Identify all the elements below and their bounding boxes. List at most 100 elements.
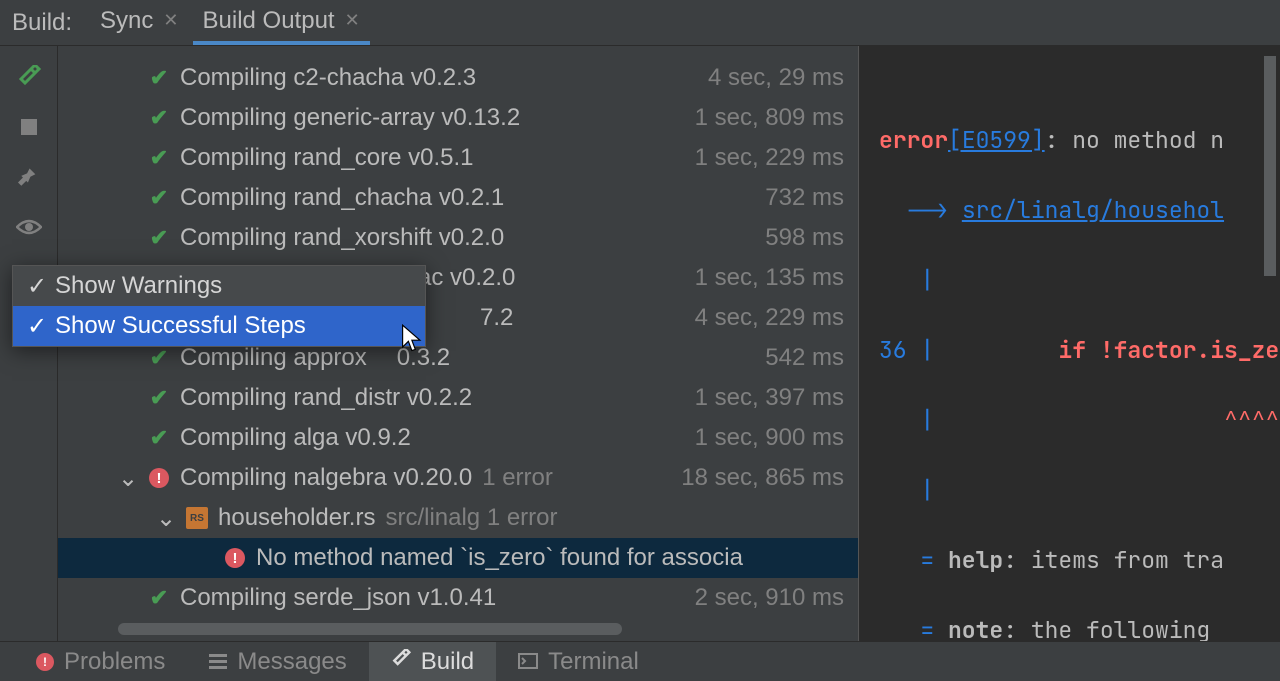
tab-problems[interactable]: ! Problems <box>14 642 187 681</box>
pin-icon[interactable] <box>16 164 42 190</box>
check-icon: ✓ <box>27 312 47 341</box>
build-step[interactable]: ✔ Compiling rand_distr v0.2.2 1 sec, 397… <box>58 378 858 418</box>
success-icon: ✔ <box>150 185 168 211</box>
build-step-meta: 1 error <box>482 464 553 492</box>
mouse-cursor-icon <box>400 324 426 361</box>
build-step[interactable]: ✔ Compiling rand_xorshift v0.2.0 598 ms <box>58 218 858 258</box>
build-step-text: Compiling approx <box>180 344 367 372</box>
tab-label: Messages <box>237 648 346 676</box>
code-token: | <box>907 335 935 365</box>
build-file-node[interactable]: ⌄ RS householder.rs src/linalg 1 error <box>58 498 858 538</box>
success-icon: ✔ <box>150 145 168 171</box>
build-step-text: Compiling alga v0.9.2 <box>180 424 411 452</box>
build-step-time: 4 sec, 229 ms <box>695 304 844 332</box>
build-step-text: 7.2 <box>480 304 513 332</box>
build-step-text: Compiling serde_json v1.0.41 <box>180 584 496 612</box>
view-options-popup: ✓ Show Warnings ✓ Show Successful Steps <box>12 265 426 347</box>
horizontal-scrollbar[interactable] <box>118 623 838 635</box>
tab-sync-label: Sync <box>100 7 153 35</box>
menu-item-label: Show Warnings <box>55 272 222 300</box>
success-icon: ✔ <box>150 225 168 251</box>
build-step-time: 1 sec, 397 ms <box>695 384 844 412</box>
hammer-icon <box>391 648 411 676</box>
success-icon: ✔ <box>150 425 168 451</box>
success-icon: ✔ <box>150 65 168 91</box>
vertical-scrollbar[interactable] <box>1264 56 1276 276</box>
build-step-time: 2 sec, 910 ms <box>695 584 844 612</box>
build-error-text: No method named `is_zero` found for asso… <box>256 544 743 572</box>
build-label: Build: <box>12 9 72 37</box>
rerun-build-icon[interactable] <box>16 64 42 90</box>
chevron-down-icon[interactable]: ⌄ <box>154 504 178 533</box>
code-token: --> <box>879 195 948 225</box>
code-token: | <box>879 475 934 505</box>
chevron-down-icon[interactable]: ⌄ <box>116 464 140 493</box>
success-icon: ✔ <box>150 585 168 611</box>
build-step[interactable]: ✔ Compiling generic-array v0.13.2 1 sec,… <box>58 98 858 138</box>
error-icon: ! <box>225 548 245 568</box>
close-icon[interactable]: ✕ <box>163 10 178 31</box>
menu-show-successful-steps[interactable]: ✓ Show Successful Steps <box>13 306 425 346</box>
code-token: : items from tra <box>1003 545 1224 575</box>
build-tabs-header: Build: Sync ✕ Build Output ✕ <box>0 0 1280 46</box>
tab-build[interactable]: Build <box>369 642 496 681</box>
code-token-error: error <box>879 125 948 155</box>
build-step-time: 598 ms <box>765 224 844 252</box>
rust-file-icon: RS <box>186 507 208 529</box>
build-step[interactable]: ✔ Compiling alga v0.9.2 1 sec, 900 ms <box>58 418 858 458</box>
build-step-text: Compiling rand_distr v0.2.2 <box>180 384 472 412</box>
code-token-errorcode[interactable]: [E0599] <box>948 125 1045 155</box>
build-step-time: 542 ms <box>765 344 844 372</box>
build-step[interactable]: ✔ Compiling rand_chacha v0.2.1 732 ms <box>58 178 858 218</box>
close-icon[interactable]: ✕ <box>345 10 360 31</box>
build-step-time: 4 sec, 29 ms <box>708 64 844 92</box>
code-token-caret: ^^^^^ <box>934 405 1280 435</box>
build-step-text: Compiling generic-array v0.13.2 <box>180 104 520 132</box>
check-icon: ✓ <box>27 272 47 301</box>
build-step-text: Compiling nalgebra v0.20.0 <box>180 464 472 492</box>
build-step-error[interactable]: ⌄ ! Compiling nalgebra v0.20.0 1 error 1… <box>58 458 858 498</box>
error-icon: ! <box>149 468 169 488</box>
code-token: = <box>879 545 934 575</box>
code-linenum: 36 <box>879 335 907 365</box>
build-file-name: householder.rs <box>218 504 375 532</box>
success-icon: ✔ <box>150 105 168 131</box>
tab-label: Build <box>421 648 474 676</box>
build-step-time: 1 sec, 809 ms <box>695 104 844 132</box>
build-step[interactable]: ✔ Compiling rand_core v0.5.1 1 sec, 229 … <box>58 138 858 178</box>
build-step-text: Compiling c2-chacha v0.2.3 <box>180 64 476 92</box>
success-icon: ✔ <box>150 345 168 371</box>
tab-sync[interactable]: Sync ✕ <box>90 1 188 45</box>
compiler-output-panel[interactable]: error[E0599]: no method n --> src/linalg… <box>858 46 1280 641</box>
tool-window-tabs: ! Problems Messages Build Terminal <box>0 641 1280 681</box>
build-step[interactable]: ✔ Compiling c2-chacha v0.2.3 4 sec, 29 m… <box>58 58 858 98</box>
code-token: help <box>934 545 1003 575</box>
eye-icon[interactable] <box>16 214 42 240</box>
build-step-time: 732 ms <box>765 184 844 212</box>
menu-item-label: Show Successful Steps <box>55 312 306 340</box>
tab-messages[interactable]: Messages <box>187 642 368 681</box>
tab-label: Problems <box>64 648 165 676</box>
success-icon: ✔ <box>150 385 168 411</box>
stop-icon[interactable] <box>16 114 42 140</box>
code-token: if !factor.is_ze <box>934 335 1279 365</box>
tab-terminal[interactable]: Terminal <box>496 642 661 681</box>
build-step-text: Compiling rand_chacha v0.2.1 <box>180 184 504 212</box>
code-token: | <box>879 405 934 435</box>
build-error-message[interactable]: ! No method named `is_zero` found for as… <box>58 538 858 578</box>
build-step[interactable]: ✔ Compiling serde_json v1.0.41 2 sec, 91… <box>58 578 858 618</box>
build-file-meta: src/linalg 1 error <box>385 504 557 532</box>
code-token-path[interactable]: src/linalg/househol <box>962 195 1224 225</box>
tab-build-output[interactable]: Build Output ✕ <box>193 1 370 45</box>
code-token: : no method n <box>1045 125 1224 155</box>
menu-show-warnings[interactable]: ✓ Show Warnings <box>13 266 425 306</box>
messages-icon <box>209 654 227 669</box>
tab-build-output-label: Build Output <box>203 7 335 35</box>
build-step-time: 1 sec, 135 ms <box>695 264 844 292</box>
tab-label: Terminal <box>548 648 639 676</box>
build-step-text: Compiling rand_xorshift v0.2.0 <box>180 224 504 252</box>
build-step-time: 1 sec, 229 ms <box>695 144 844 172</box>
terminal-icon <box>518 648 538 676</box>
error-icon: ! <box>36 653 54 671</box>
build-step-time: 18 sec, 865 ms <box>681 464 844 492</box>
